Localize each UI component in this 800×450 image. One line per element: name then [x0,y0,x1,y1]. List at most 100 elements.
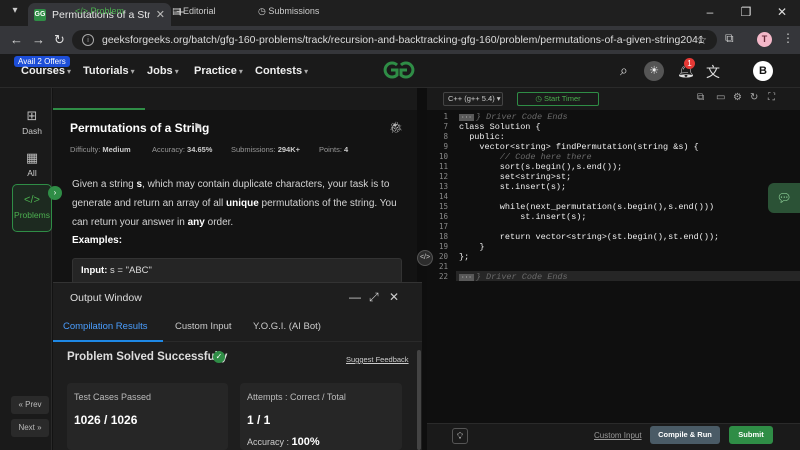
fullscreen-icon[interactable]: ⛶ [768,92,775,103]
forward-icon[interactable]: → [32,32,45,47]
user-avatar[interactable]: B [753,61,773,81]
code-line[interactable]: while(next_permutation(s.begin(),s.end()… [459,202,714,212]
window-controls: – ❐ ✕ [692,0,800,26]
tab-search-icon[interactable]: ▾ [8,5,22,19]
translate-icon[interactable]: 文 [706,62,720,82]
file-icon[interactable]: ▭ [716,92,725,103]
tab-problem[interactable]: </> Problem [75,6,124,16]
bookmark-icon[interactable]: ⚑ [193,121,203,134]
custom-input-link[interactable]: Custom Input [594,431,642,440]
chevron-down-icon: ▾ [304,67,309,76]
code-line[interactable]: st.insert(s); [459,212,586,222]
chat-icon[interactable]: 💬︎ [768,183,800,213]
code-line[interactable]: set<string>st; [459,172,571,182]
language-select[interactable]: C++ (g++ 5.4) ▾ [443,92,503,106]
minimize-icon[interactable]: – [692,0,728,26]
menu-practice[interactable]: Practice ▾ [194,65,243,77]
reset-icon[interactable]: ↻ [750,92,758,103]
extensions-icon[interactable]: ⧉ [725,31,734,46]
url-text: geeksforgeeks.org/batch/gfg-160-problems… [102,34,704,46]
points-meta: Points: 4 [319,145,348,154]
back-icon[interactable]: ← [10,32,23,47]
fold-marker[interactable]: ··· [459,114,474,121]
document-icon: ▤ [172,6,184,16]
meta-label: Submissions: [231,145,276,154]
code-line[interactable]: ···} Driver Code Ends [459,272,568,282]
minimize-output-icon[interactable]: — [349,290,361,304]
fold-marker[interactable]: ··· [459,274,474,281]
points-value: 4 [344,145,349,154]
tab-custom-input[interactable]: Custom Input [175,321,232,332]
start-timer-button[interactable]: ◷ Start Timer [517,92,599,106]
bug-icon[interactable]: 🐞︎ [389,121,403,134]
resize-handle-icon[interactable]: </> [417,250,433,266]
prev-button[interactable]: « Prev [11,396,49,414]
code-icon: </> [75,6,91,16]
code-line[interactable]: return vector<string>(st.begin(),st.end(… [459,232,719,242]
close-window-icon[interactable]: ✕ [764,0,800,26]
code-line[interactable]: // Code here there [459,152,592,162]
grid-icon: ▦ [25,150,39,165]
line-number: 13 [438,182,448,191]
bookmark-star-icon[interactable]: ☆ [696,33,707,47]
line-number: 14 [438,192,448,201]
next-button[interactable]: Next » [11,419,49,437]
search-icon[interactable]: ⌕ [620,62,628,79]
sidebar-item-label: Dash [22,126,42,136]
site-info-icon[interactable]: i [82,34,94,46]
expand-output-icon[interactable]: ⤢ [369,290,379,305]
dashboard-icon: ⊞ [26,108,38,123]
close-output-icon[interactable]: ✕ [389,290,399,304]
attempts-value: 1 / 1 [247,413,271,427]
code-text: while(next_permutation(s.begin(),s.end()… [459,202,715,212]
code-line[interactable]: public: [459,132,505,142]
meta-label: Difficulty: [70,145,101,154]
code-line[interactable]: vector<string> findPermutation(string &s… [459,142,698,152]
tab-editorial[interactable]: ▤ Editorial [172,6,216,17]
code-line[interactable]: st.insert(s); [459,182,566,192]
suggest-feedback-link[interactable]: Suggest Feedback [346,355,409,364]
code-text: public: [459,132,505,142]
copy-icon[interactable]: ⧉ [697,92,704,103]
accuracy-value: 34.65% [187,145,213,154]
submit-button[interactable]: Submit [729,426,773,444]
browser-menu-icon[interactable]: ⋮ [782,31,794,45]
menu-jobs[interactable]: Jobs ▾ [147,65,179,77]
accuracy-value: 100% [291,436,320,448]
browser-profile-avatar[interactable]: T [757,32,772,47]
tab-submissions[interactable]: ◷ Submissions [258,6,319,17]
url-field[interactable]: i geeksforgeeks.org/batch/gfg-160-proble… [72,30,717,50]
code-text: sort(s.begin(),s.end()); [459,162,623,172]
sidebar-item-dash[interactable]: ⊞ Dash [12,108,52,136]
tab-compilation-results[interactable]: Compilation Results [63,321,147,332]
lightbulb-icon[interactable]: 💡︎ [452,428,468,444]
active-output-tab-indicator [53,340,163,342]
settings-icon[interactable]: ⚙ [733,92,742,103]
sidebar-item-all[interactable]: ▦ All [12,150,52,178]
accuracy-meta: Accuracy: 34.65% [152,145,212,154]
expand-sidebar-icon[interactable]: › [48,186,62,200]
tab-label: Problem [90,6,125,16]
output-scrollbar[interactable] [417,350,421,450]
tab-yogi-ai-bot[interactable]: Y.O.G.I. (AI Bot) [253,321,321,332]
sidebar-item-problems[interactable]: </> Problems [12,184,52,232]
code-line[interactable]: class Solution { [459,122,541,132]
test-cases-label: Test Cases Passed [74,392,152,402]
menu-tutorials[interactable]: Tutorials ▾ [83,65,135,77]
close-tab-icon[interactable]: ✕ [156,8,165,21]
code-line[interactable]: ···} Driver Code Ends [459,112,568,122]
menu-contests[interactable]: Contests ▾ [255,65,308,77]
menu-courses[interactable]: Courses ▾ [21,65,71,77]
reload-icon[interactable]: ↻ [54,32,65,48]
gfg-logo[interactable] [380,60,418,80]
line-number: 11 [438,162,448,171]
problem-tabs [53,88,417,110]
code-line[interactable]: } [459,242,484,252]
code-text: } Driver Code Ends [475,272,568,282]
compile-run-button[interactable]: Compile & Run [650,426,720,444]
theme-toggle-icon[interactable]: ☀ [644,61,664,81]
code-line[interactable]: sort(s.begin(),s.end()); [459,162,622,172]
restore-icon[interactable]: ❐ [728,0,764,26]
code-text: st.insert(s); [459,182,567,192]
code-line[interactable]: }; [459,252,469,262]
